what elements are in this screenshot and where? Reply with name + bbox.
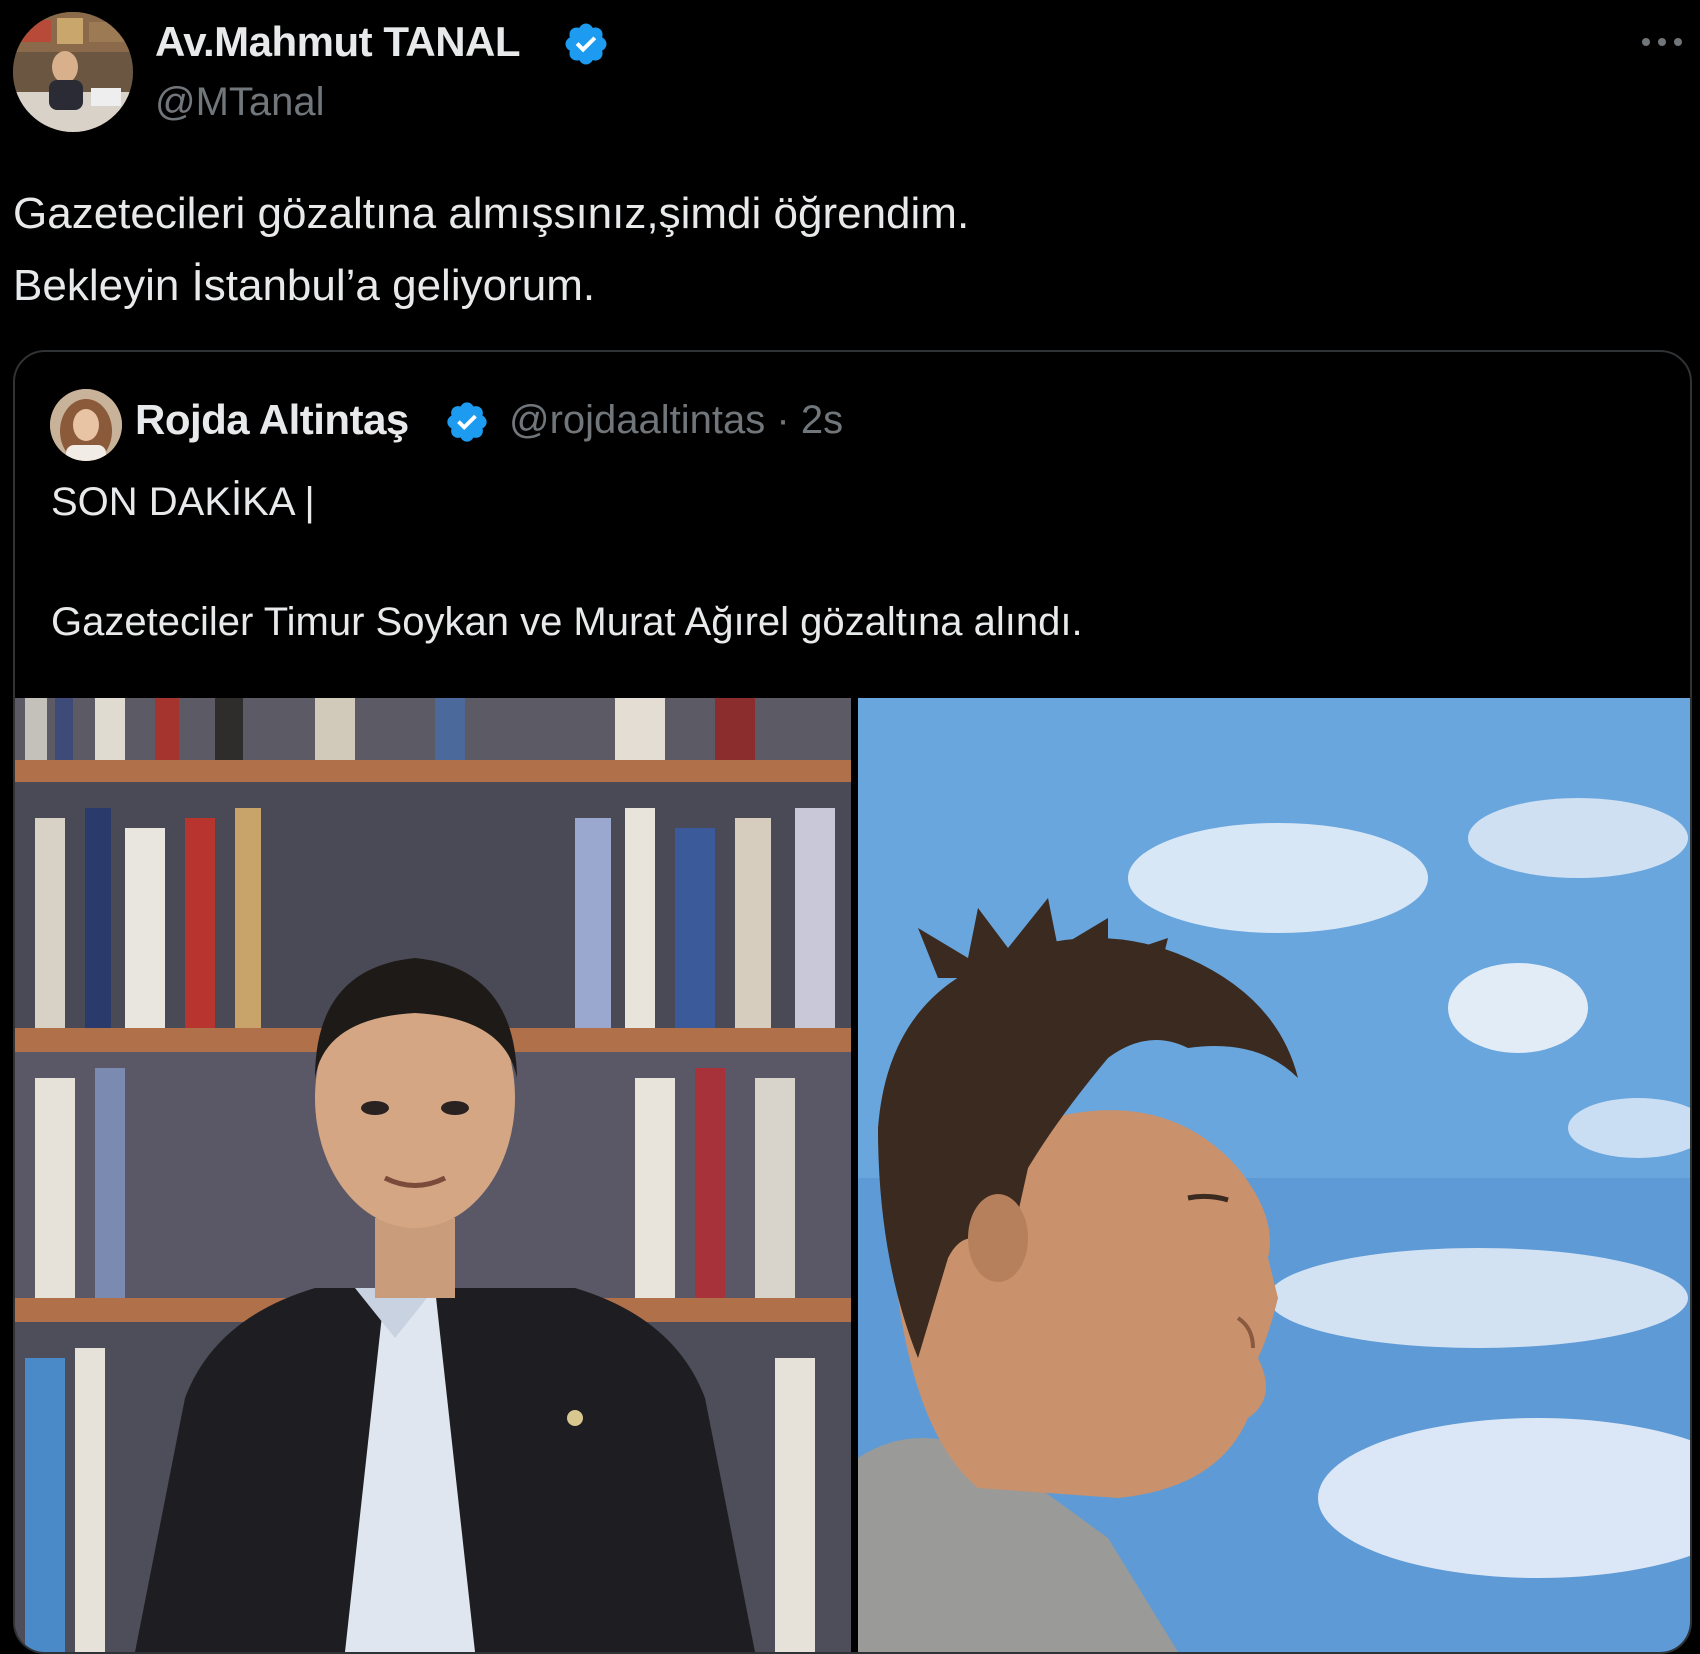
author-handle[interactable]: @MTanal [155,80,325,125]
quoted-author-handle[interactable]: @rojdaaltintas [509,398,765,442]
more-options-icon[interactable] [1636,26,1688,58]
quoted-author-name[interactable]: Rojda Altintaş [135,396,409,444]
tweet-line: Gazetecileri gözaltına almışsınız,şimdi … [13,189,970,238]
quoted-media-photo-2[interactable] [858,698,1690,1652]
bookshelf-books [15,698,851,768]
tweet-line: Bekleyin İstanbul’a geliyorum. [13,261,596,310]
author-name[interactable]: Av.Mahmut TANAL [155,18,521,66]
quoted-media-photo-1[interactable] [15,698,851,1652]
tweet-text: Gazetecileri gözaltına almışsınız,şimdi … [13,178,1673,322]
quoted-verified-badge-icon [447,402,487,442]
quoted-tweet-card[interactable]: Rojda Altintaş @rojdaaltintas · 2s SON D… [13,350,1692,1654]
quoted-author-avatar[interactable] [50,389,122,461]
verified-badge-icon [565,23,607,65]
quoted-timestamp[interactable]: 2s [801,398,843,442]
meta-separator: · [776,398,790,442]
quoted-line: SON DAKİKA | [51,480,315,524]
quoted-meta: @rojdaaltintas · 2s [509,398,843,443]
quoted-line: Gazeteciler Timur Soykan ve Murat Ağırel… [51,600,1083,644]
quoted-tweet-text: SON DAKİKA | Gazeteciler Timur Soykan ve… [51,472,1651,652]
author-avatar[interactable] [13,12,133,132]
